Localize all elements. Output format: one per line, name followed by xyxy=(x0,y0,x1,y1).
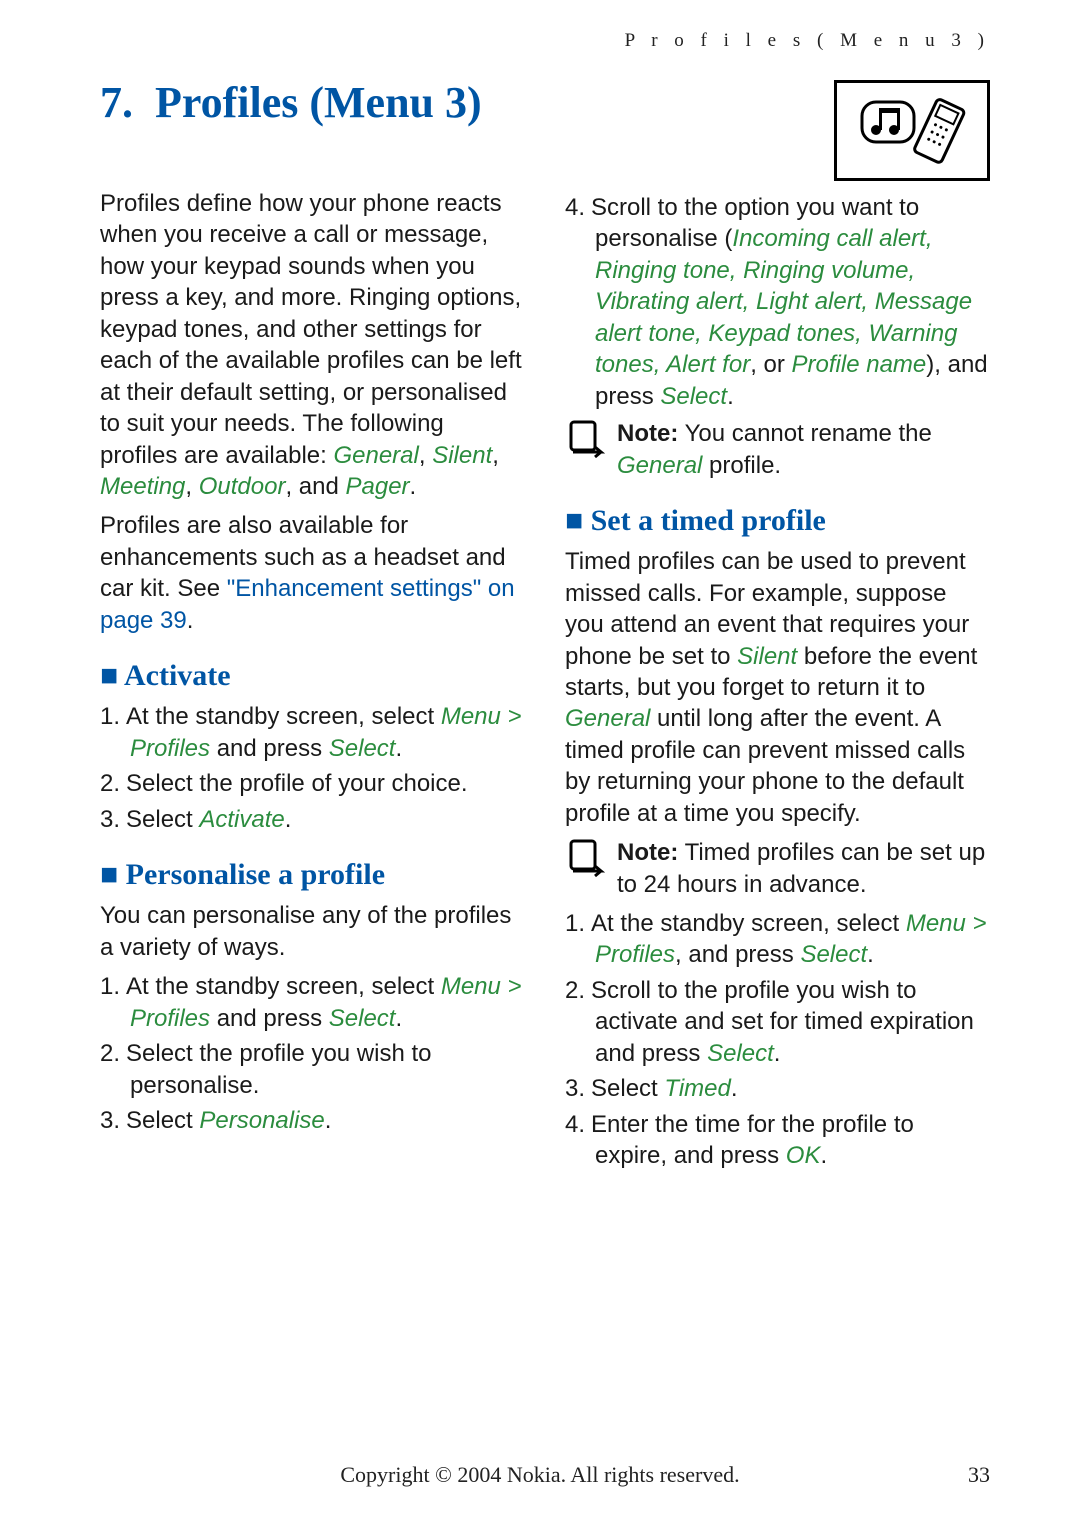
timed-intro: Timed profiles can be used to prevent mi… xyxy=(565,546,990,829)
list-item: 3.Select Timed. xyxy=(595,1073,990,1104)
note-2: Note: Timed profiles can be set up to 24… xyxy=(565,837,990,900)
activate-heading: Activate xyxy=(100,656,525,695)
intro-para-2: Profiles are also available for enhancem… xyxy=(100,510,525,636)
page: P r o f i l e s ( M e n u 3 ) 7. Profile… xyxy=(0,0,1080,1530)
copyright-footer: Copyright © 2004 Nokia. All rights reser… xyxy=(0,1462,1080,1488)
personalise-steps-cont: 4.Scroll to the option you want to perso… xyxy=(565,192,990,412)
timed-heading: Set a timed profile xyxy=(565,501,990,540)
note-icon xyxy=(565,418,609,462)
list-item: 2.Scroll to the profile you wish to acti… xyxy=(595,975,990,1069)
personalise-intro: You can personalise any of the profiles … xyxy=(100,900,525,963)
list-item: 1.At the standby screen, select Menu > P… xyxy=(130,971,525,1034)
list-item: 3.Select Personalise. xyxy=(130,1105,525,1136)
columns: Profiles define how your phone reacts wh… xyxy=(100,188,990,1178)
activate-steps: 1.At the standby screen, select Menu > P… xyxy=(100,701,525,835)
right-column: 4.Scroll to the option you want to perso… xyxy=(565,188,990,1178)
list-item: 2.Select the profile you wish to persona… xyxy=(130,1038,525,1101)
left-column: Profiles define how your phone reacts wh… xyxy=(100,188,525,1178)
chapter-number: 7. xyxy=(100,78,133,127)
page-number: 33 xyxy=(968,1462,990,1488)
list-item: 4.Enter the time for the profile to expi… xyxy=(595,1109,990,1172)
note-icon xyxy=(565,837,609,881)
list-item: 3.Select Activate. xyxy=(130,804,525,835)
intro-para-1: Profiles define how your phone reacts wh… xyxy=(100,188,525,502)
running-header: P r o f i l e s ( M e n u 3 ) xyxy=(100,30,990,52)
personalise-steps: 1.At the standby screen, select Menu > P… xyxy=(100,971,525,1136)
profiles-icon xyxy=(834,80,990,181)
note-1: Note: You cannot rename the General prof… xyxy=(565,418,990,481)
list-item: 1.At the standby screen, select Menu > P… xyxy=(130,701,525,764)
list-item: 1.At the standby screen, select Menu > P… xyxy=(595,908,990,971)
list-item: 4.Scroll to the option you want to perso… xyxy=(595,192,990,412)
chapter-text: Profiles (Menu 3) xyxy=(155,78,482,127)
timed-steps: 1.At the standby screen, select Menu > P… xyxy=(565,908,990,1172)
list-item: 2.Select the profile of your choice. xyxy=(130,768,525,799)
personalise-heading: Personalise a profile xyxy=(100,855,525,894)
